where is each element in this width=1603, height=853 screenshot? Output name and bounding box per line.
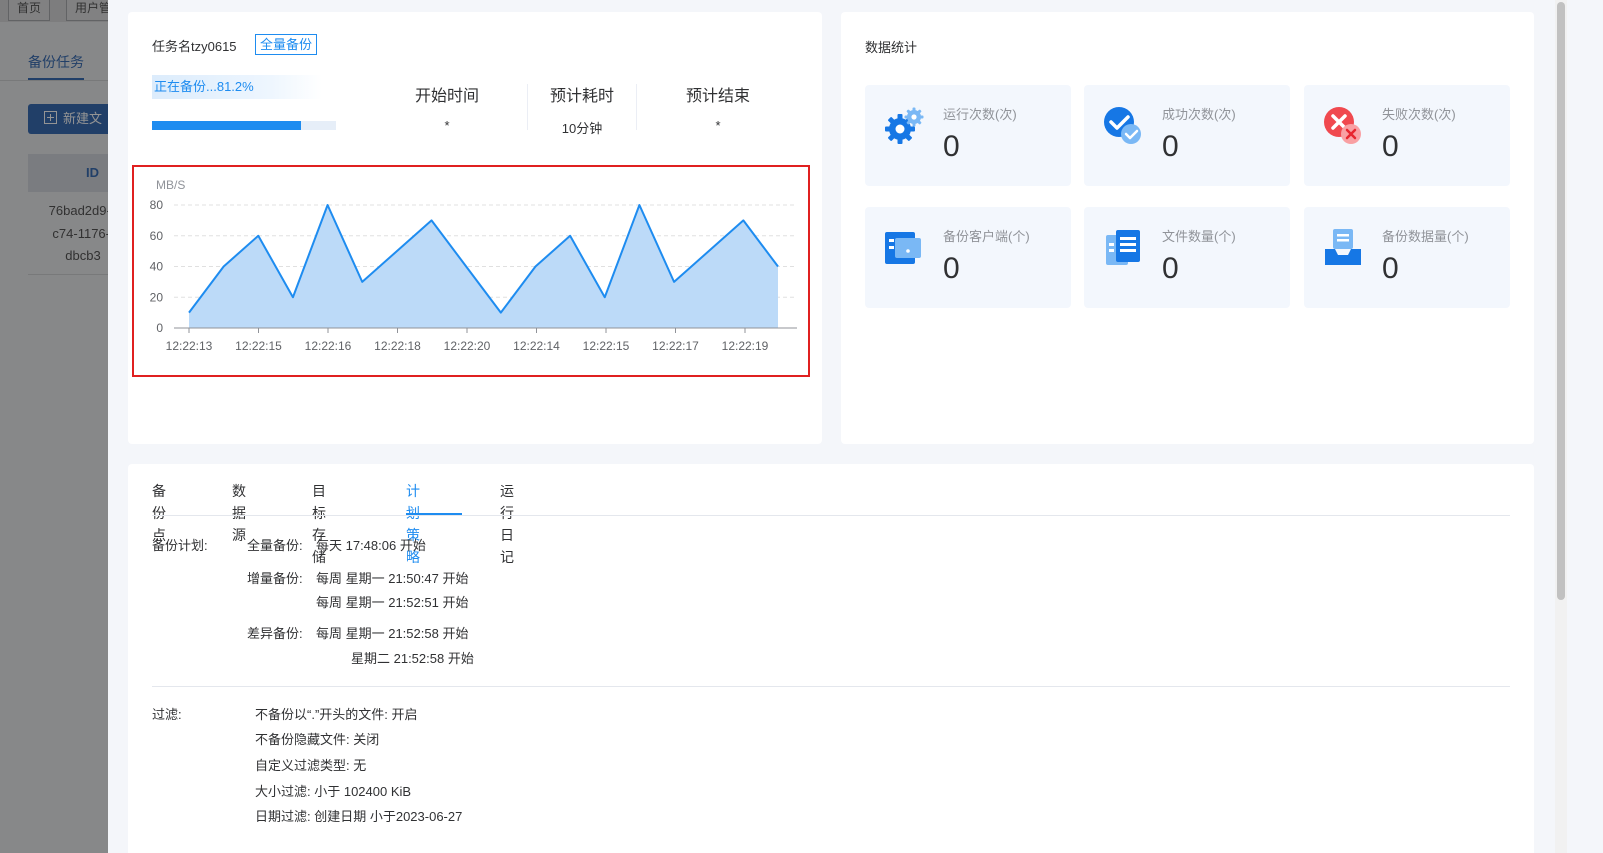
start-time-label: 开始时间 [414,88,479,105]
modal-mask[interactable] [0,0,108,853]
progress-bar-fill [152,121,302,130]
backup-clients-value: 0 [943,252,960,285]
file-count-label: 文件数量(个) [1162,229,1236,244]
x-tick-label: 12:22:13 [166,339,213,353]
tab-run-log[interactable]: 运行日记 [500,480,514,568]
stat-divider [636,84,637,130]
backup-clients-label: 备份客户端(个) [943,229,1030,244]
failure-count-value: 0 [1382,130,1399,163]
stat-card-success-count: 成功次数(次) 0 [1084,85,1290,186]
task-name: 任务名tzy0615 [152,39,237,54]
speed-area-chart: MB/S 0 20 40 60 80 12:22:13 12:22:15 12:22:16 12:… [150,178,797,353]
y-tick-label: 20 [150,290,164,304]
y-axis-unit-label: MB/S [156,178,185,192]
x-tick-label: 12:22:19 [722,339,769,353]
run-count-label: 运行次数(次) [943,107,1017,122]
backup-type-tag: 全量备份 [255,34,318,55]
incremental-backup-schedule: 每周 星期一 21:50:47 开始 [316,571,469,586]
backup-data-volume-label: 备份数据量(个) [1382,229,1469,244]
filter-rule: 大小过滤: 小于 102400 KiB [255,784,412,799]
tab-data-source[interactable]: 数据源 [232,480,246,546]
speed-chart-highlight: MB/S 0 20 40 60 80 12:22:13 12:22:15 12:22:16 12:… [132,165,810,377]
tab-target-storage[interactable]: 目标存储 [312,480,326,568]
incremental-backup-label: 增量备份: [247,571,303,586]
success-check-icon [1104,107,1141,144]
estimated-duration-stat: 预计耗时 10分钟 [540,82,624,137]
x-tick-label: 12:22:15 [235,339,282,353]
y-tick-label: 80 [150,198,164,212]
start-time-value: * [444,118,450,133]
filter-rule: 自定义过滤类型: 无 [255,758,367,773]
success-count-value: 0 [1162,130,1179,163]
progress-status-text: 正在备份...81.2% [152,75,322,99]
run-count-value: 0 [943,130,960,163]
stat-card-run-count: 运行次数(次) 0 [865,85,1071,186]
full-backup-schedule: 每天 17:48:06 开始 [316,538,426,553]
stat-divider [527,84,528,130]
filter-rule: 不备份隐藏文件: 关闭 [255,732,380,747]
estimated-end-stat: 预计结束 * [676,82,760,133]
scrollbar-thumb[interactable] [1557,2,1565,600]
x-tick-label: 12:22:16 [305,339,352,353]
stat-card-failure-count: 失败次数(次) 0 [1304,85,1510,186]
progress-bar [152,121,336,130]
estimated-end-label: 预计结束 [685,88,750,105]
failure-x-icon [1324,107,1361,144]
differential-backup-schedule: 星期二 21:52:58 开始 [351,651,474,666]
filter-rule: 不备份以“.”开头的文件: 开启 [255,707,418,722]
file-count-value: 0 [1162,252,1179,285]
estimated-duration-value: 10分钟 [561,121,603,136]
y-tick-label: 60 [150,229,164,243]
success-count-label: 成功次数(次) [1162,107,1236,122]
start-time-stat: 开始时间 * [406,82,488,133]
stat-card-file-count: 文件数量(个) 0 [1084,207,1290,308]
incremental-backup-schedule: 每周 星期一 21:52:51 开始 [316,595,469,610]
task-detail-drawer: 任务名tzy0615 全量备份 正在备份...81.2% 开始时间 * 预计耗时… [108,0,1603,853]
x-tick-label: 12:22:15 [583,339,630,353]
data-statistics-card: 数据统计 运行次数(次) 0 成功次数(次) 0 失败次数(次) 0 备份客户端… [841,12,1534,444]
x-tick-label: 12:22:17 [652,339,699,353]
full-backup-label: 全量备份: [247,538,303,553]
backup-data-volume-value: 0 [1382,252,1399,285]
tab-plan-strategy[interactable]: 计划策略 [406,480,420,568]
stat-card-backup-clients: 备份客户端(个) 0 [865,207,1071,308]
tabs-divider [152,515,1510,516]
backup-plan-label: 备份计划: [152,538,208,553]
stat-card-backup-data-volume: 备份数据量(个) 0 [1304,207,1510,308]
file-document-icon [1106,230,1140,265]
differential-backup-label: 差异备份: [247,626,303,641]
gear-icon [885,107,924,144]
section-divider [152,686,1510,687]
failure-count-label: 失败次数(次) [1382,107,1456,122]
task-progress-card: 任务名tzy0615 全量备份 正在备份...81.2% 开始时间 * 预计耗时… [128,12,822,444]
differential-backup-schedule: 每周 星期一 21:52:58 开始 [316,626,469,641]
client-monitor-icon [885,232,921,264]
x-tick-label: 12:22:14 [513,339,560,353]
estimated-duration-label: 预计耗时 [549,88,614,105]
x-tick-label: 12:22:18 [374,339,421,353]
data-tray-icon [1325,229,1361,265]
task-detail-tabs-card: 备份点 数据源 目标存储 计划策略 运行日记 备份计划: 全量备份: 每天 17… [128,464,1534,853]
estimated-end-value: * [715,118,721,133]
filter-rule: 日期过滤: 创建日期 小于2023-06-27 [255,809,463,824]
filter-label: 过滤: [152,707,182,722]
x-tick-label: 12:22:20 [444,339,491,353]
y-tick-label: 0 [156,321,163,335]
statistics-title: 数据统计 [865,40,918,55]
y-tick-label: 40 [150,260,164,274]
